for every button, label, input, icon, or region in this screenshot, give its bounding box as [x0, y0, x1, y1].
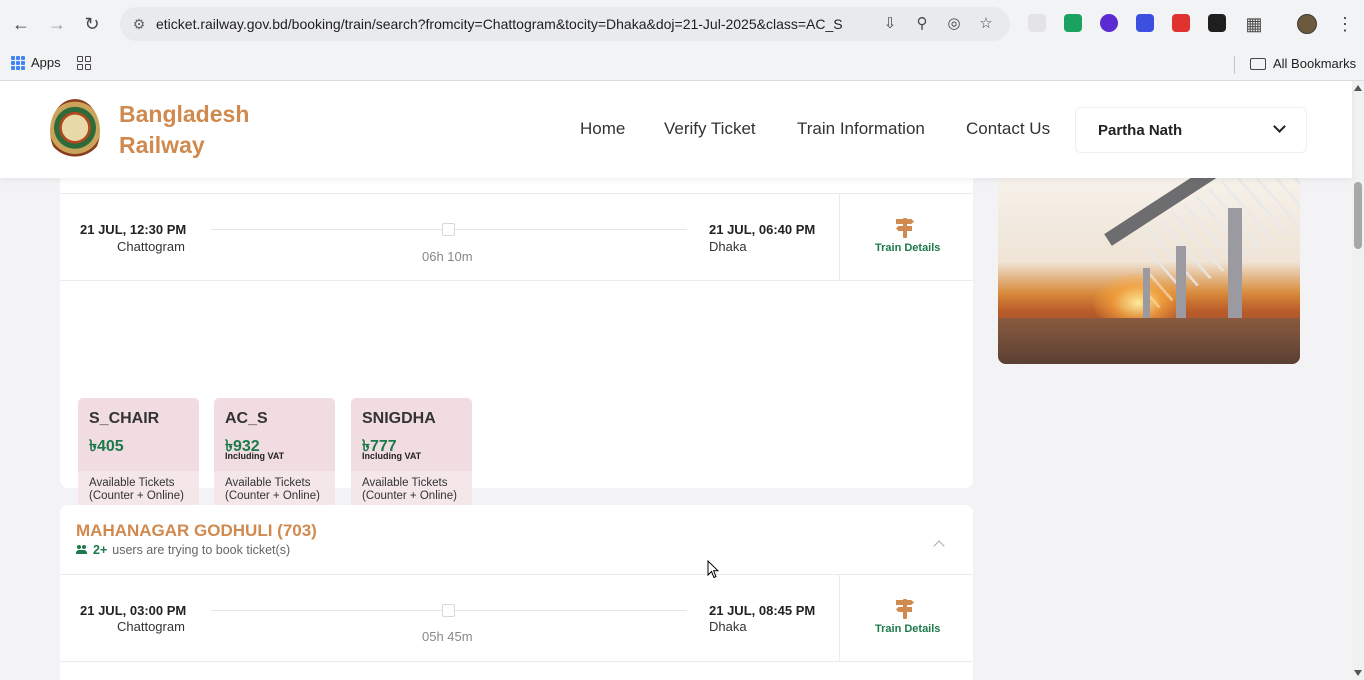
journey-duration: 06h 10m	[422, 249, 473, 264]
brand-line-1: Bangladesh	[119, 101, 250, 127]
seat-class-vat: Including VAT	[362, 451, 422, 461]
seat-class-price: ৳405	[89, 438, 124, 455]
reload-icon[interactable]: ↻	[80, 12, 104, 36]
seat-class-vat: Including VAT	[225, 451, 285, 461]
folder-icon	[1250, 57, 1266, 70]
apps-bookmark[interactable]: Apps	[11, 55, 61, 70]
scroll-up-icon[interactable]	[1354, 85, 1362, 91]
train-details-link[interactable]: Train Details	[875, 242, 940, 254]
brand-line-2: Railway	[119, 132, 205, 158]
arrival-city: Dhaka	[709, 619, 747, 634]
profile-avatar[interactable]	[1297, 14, 1317, 34]
tracking-icon[interactable]: ◎	[944, 15, 964, 33]
star-icon[interactable]: ☆	[976, 15, 996, 33]
tab-groups-icon[interactable]	[77, 56, 91, 70]
users-icon	[76, 545, 88, 555]
train-details-link[interactable]: Train Details	[875, 623, 940, 635]
extension-icon[interactable]	[1064, 14, 1082, 32]
back-icon[interactable]: ←	[9, 12, 33, 36]
url-text[interactable]: eticket.railway.gov.bd/booking/train/sea…	[156, 16, 843, 32]
site-settings-icon[interactable]: ⚙	[130, 15, 148, 33]
all-bookmarks-label: All Bookmarks	[1273, 56, 1357, 71]
nav-home[interactable]: Home	[580, 119, 625, 139]
page: 21 JUL, 12:30 PM Chattogram 06h 10m 21 J…	[0, 81, 1364, 680]
bookmarks-bar: Apps All Bookmarks	[0, 48, 1364, 81]
user-menu-dropdown[interactable]: Partha Nath	[1075, 107, 1307, 153]
signpost-icon[interactable]	[894, 216, 916, 238]
journey-track-marker	[442, 604, 455, 617]
available-tickets-label: Available Tickets (Counter + Online)	[362, 477, 457, 502]
forward-icon[interactable]: →	[45, 12, 69, 36]
extension-icon[interactable]	[1208, 14, 1226, 32]
departure-city: Chattogram	[117, 239, 185, 254]
scrollbar[interactable]	[1352, 81, 1364, 680]
users-text: users are trying to book ticket(s)	[112, 543, 291, 557]
seat-class-name: S_CHAIR	[89, 410, 160, 427]
signpost-icon[interactable]	[894, 597, 916, 619]
train-card: MAHANAGAR GODHULI (703) 2+ users are try…	[60, 505, 973, 680]
apps-grid-icon	[11, 55, 25, 70]
journey-duration: 05h 45m	[422, 629, 473, 644]
nav-contact-us[interactable]: Contact Us	[966, 119, 1050, 139]
booking-activity: 2+ users are trying to book ticket(s)	[76, 543, 290, 557]
users-count: 2+	[93, 543, 108, 557]
available-tickets-label: Available Tickets (Counter + Online)	[225, 477, 320, 502]
bookmark-separator	[1234, 56, 1235, 74]
seat-class-name: AC_S	[225, 410, 268, 427]
site-header: Bangladesh Railway Home Verify Ticket Tr…	[0, 81, 1352, 178]
departure-time: 21 JUL, 12:30 PM	[80, 222, 187, 237]
browser-toolbar: ← → ↻ ⚙ eticket.railway.gov.bd/booking/t…	[0, 0, 1364, 48]
extension-icon[interactable]	[1028, 14, 1046, 32]
bangladesh-railway-logo[interactable]	[50, 99, 100, 163]
menu-icon[interactable]: ⋮	[1336, 12, 1354, 36]
arrival-time: 21 JUL, 06:40 PM	[709, 222, 816, 237]
arrival-city: Dhaka	[709, 239, 747, 254]
divider	[60, 280, 973, 281]
seat-class-name: SNIGDHA	[362, 410, 436, 427]
address-bar[interactable]: ⚙ eticket.railway.gov.bd/booking/train/s…	[120, 7, 1010, 41]
bridge-banner-image	[998, 178, 1300, 364]
mouse-cursor-icon	[707, 560, 719, 579]
departure-time: 21 JUL, 03:00 PM	[80, 603, 187, 618]
divider	[839, 575, 840, 661]
available-tickets-label: Available Tickets (Counter + Online)	[89, 477, 184, 502]
chevron-up-icon[interactable]	[932, 539, 946, 549]
divider	[60, 661, 973, 662]
arrival-time: 21 JUL, 08:45 PM	[709, 603, 816, 618]
departure-city: Chattogram	[117, 619, 185, 634]
scroll-down-icon[interactable]	[1354, 670, 1362, 676]
install-icon[interactable]: ⇩	[880, 15, 900, 33]
brand-name[interactable]: Bangladesh Railway	[119, 99, 249, 161]
nav-verify-ticket[interactable]: Verify Ticket	[664, 119, 756, 139]
zoom-icon[interactable]: ⚲	[912, 15, 932, 33]
extension-icon[interactable]	[1136, 14, 1154, 32]
journey-track-marker	[442, 223, 455, 236]
divider	[60, 193, 973, 194]
divider	[839, 194, 840, 280]
extensions-puzzle-icon[interactable]: ▦	[1242, 12, 1266, 36]
extension-icon[interactable]	[1172, 14, 1190, 32]
apps-label: Apps	[31, 55, 61, 70]
user-name: Partha Nath	[1098, 122, 1183, 139]
extension-icon[interactable]	[1100, 14, 1118, 32]
nav-train-information[interactable]: Train Information	[797, 119, 925, 139]
chevron-down-icon	[1272, 120, 1286, 134]
divider	[60, 574, 973, 575]
train-card: 21 JUL, 12:30 PM Chattogram 06h 10m 21 J…	[60, 178, 973, 565]
train-name[interactable]: MAHANAGAR GODHULI (703)	[76, 521, 317, 541]
all-bookmarks[interactable]: All Bookmarks	[1250, 56, 1356, 71]
scrollbar-thumb[interactable]	[1354, 182, 1362, 249]
